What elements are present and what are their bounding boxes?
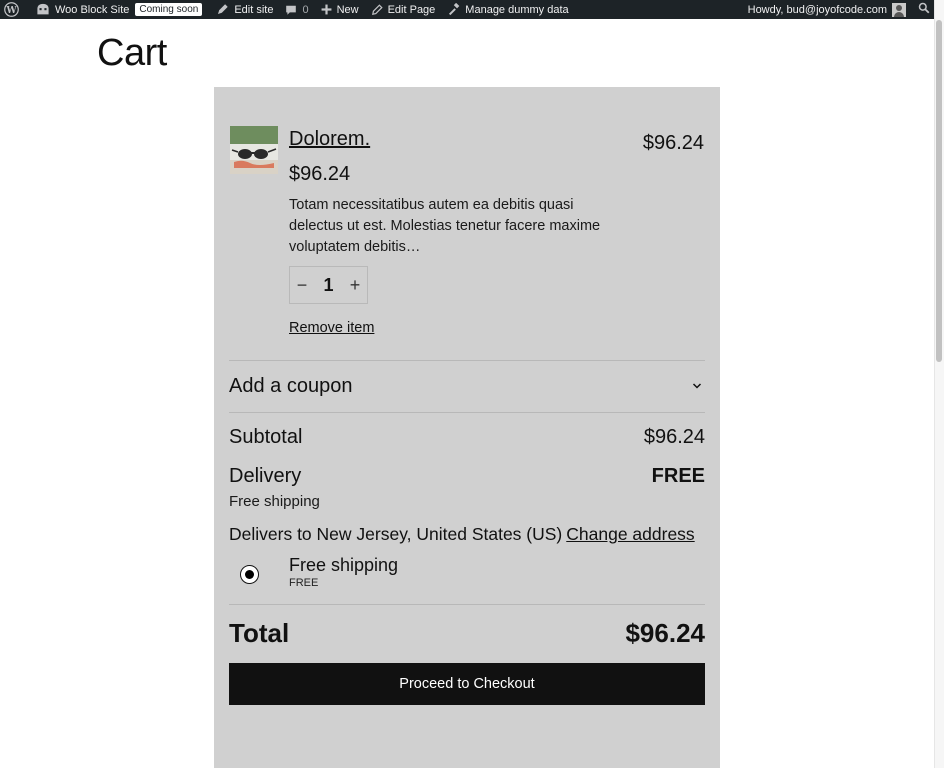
chevron-down-icon (689, 378, 705, 394)
site-icon (36, 3, 50, 16)
edit-page-label: Edit Page (387, 3, 436, 16)
site-name: Woo Block Site (55, 3, 130, 16)
quantity-stepper: − 1 + (289, 266, 368, 304)
total-label: Total (229, 618, 290, 648)
divider (229, 604, 705, 605)
product-name-link[interactable]: Dolorem. (289, 128, 370, 151)
site-name-link[interactable]: Woo Block Site Coming soon (30, 0, 210, 19)
delivery-method: Free shipping (229, 493, 320, 510)
delivery-value: FREE (651, 465, 705, 487)
new-label: New (336, 3, 359, 16)
avatar (892, 2, 906, 17)
search-button[interactable] (912, 0, 934, 19)
delivery-label: Delivery (229, 465, 302, 487)
admin-bar: W Woo Block Site Coming soon Edit site 0 (0, 0, 934, 19)
product-price: $96.24 (289, 163, 351, 185)
decrease-quantity-button[interactable]: − (290, 267, 314, 303)
total-row: Total $96.24 (229, 618, 705, 649)
delivers-to: Delivers to New Jersey, United States (U… (229, 524, 695, 545)
edit-page-link[interactable]: Edit Page (365, 0, 442, 19)
remove-item-link[interactable]: Remove item (289, 320, 374, 336)
total-value: $96.24 (625, 618, 705, 648)
hammer-icon (447, 3, 460, 16)
search-icon (918, 2, 930, 17)
proceed-to-checkout-button[interactable]: Proceed to Checkout (229, 663, 705, 705)
add-coupon-label: Add a coupon (229, 374, 353, 397)
subtotal-value: $96.24 (643, 426, 705, 448)
cart-panel: Dolorem. $96.24 $96.24 Totam necessitati… (214, 87, 720, 768)
line-total: $96.24 (642, 132, 704, 154)
wordpress-icon: W (4, 2, 19, 17)
shipping-option-price: FREE (289, 577, 319, 589)
radio-selected-dot (245, 570, 254, 579)
product-description: Totam necessitatibus autem ea debitis qu… (289, 197, 601, 255)
new-content-link[interactable]: New (315, 0, 365, 19)
comments-link[interactable]: 0 (279, 0, 314, 19)
wordpress-menu[interactable]: W (0, 0, 30, 19)
howdy-text: Howdy, bud@joyofcode.com (747, 3, 887, 16)
delivery-row: Delivery FREE (229, 465, 705, 488)
my-account-link[interactable]: Howdy, bud@joyofcode.com (742, 0, 912, 19)
shipping-option-name[interactable]: Free shipping (289, 555, 398, 576)
increase-quantity-button[interactable]: + (343, 267, 367, 303)
edit-site-label: Edit site (234, 3, 274, 16)
change-address-link[interactable]: Change address (566, 524, 694, 544)
delivers-to-text: Delivers to New Jersey, United States (U… (229, 524, 563, 544)
subtotal-label: Subtotal (229, 426, 303, 448)
plus-icon (321, 4, 332, 15)
add-coupon-toggle[interactable]: Add a coupon (229, 360, 705, 412)
svg-text:W: W (5, 6, 17, 16)
coming-soon-badge[interactable]: Coming soon (135, 3, 203, 16)
page-scrollbar[interactable] (934, 0, 944, 768)
manage-dummy-data-label: Manage dummy data (465, 3, 569, 16)
scrollbar-thumb[interactable] (936, 20, 942, 362)
quantity-value[interactable]: 1 (314, 275, 343, 296)
manage-dummy-data-link[interactable]: Manage dummy data (441, 0, 574, 19)
divider (229, 412, 705, 413)
shipping-option-radio[interactable] (240, 565, 259, 584)
edit-site-icon (216, 3, 229, 16)
subtotal-row: Subtotal $96.24 (229, 426, 705, 449)
comments-count: 0 (302, 3, 309, 16)
edit-site-link[interactable]: Edit site (210, 0, 279, 19)
pencil-icon (371, 3, 383, 16)
product-thumbnail[interactable] (230, 126, 278, 174)
page-title: Cart (97, 32, 167, 74)
comment-icon (285, 4, 297, 16)
